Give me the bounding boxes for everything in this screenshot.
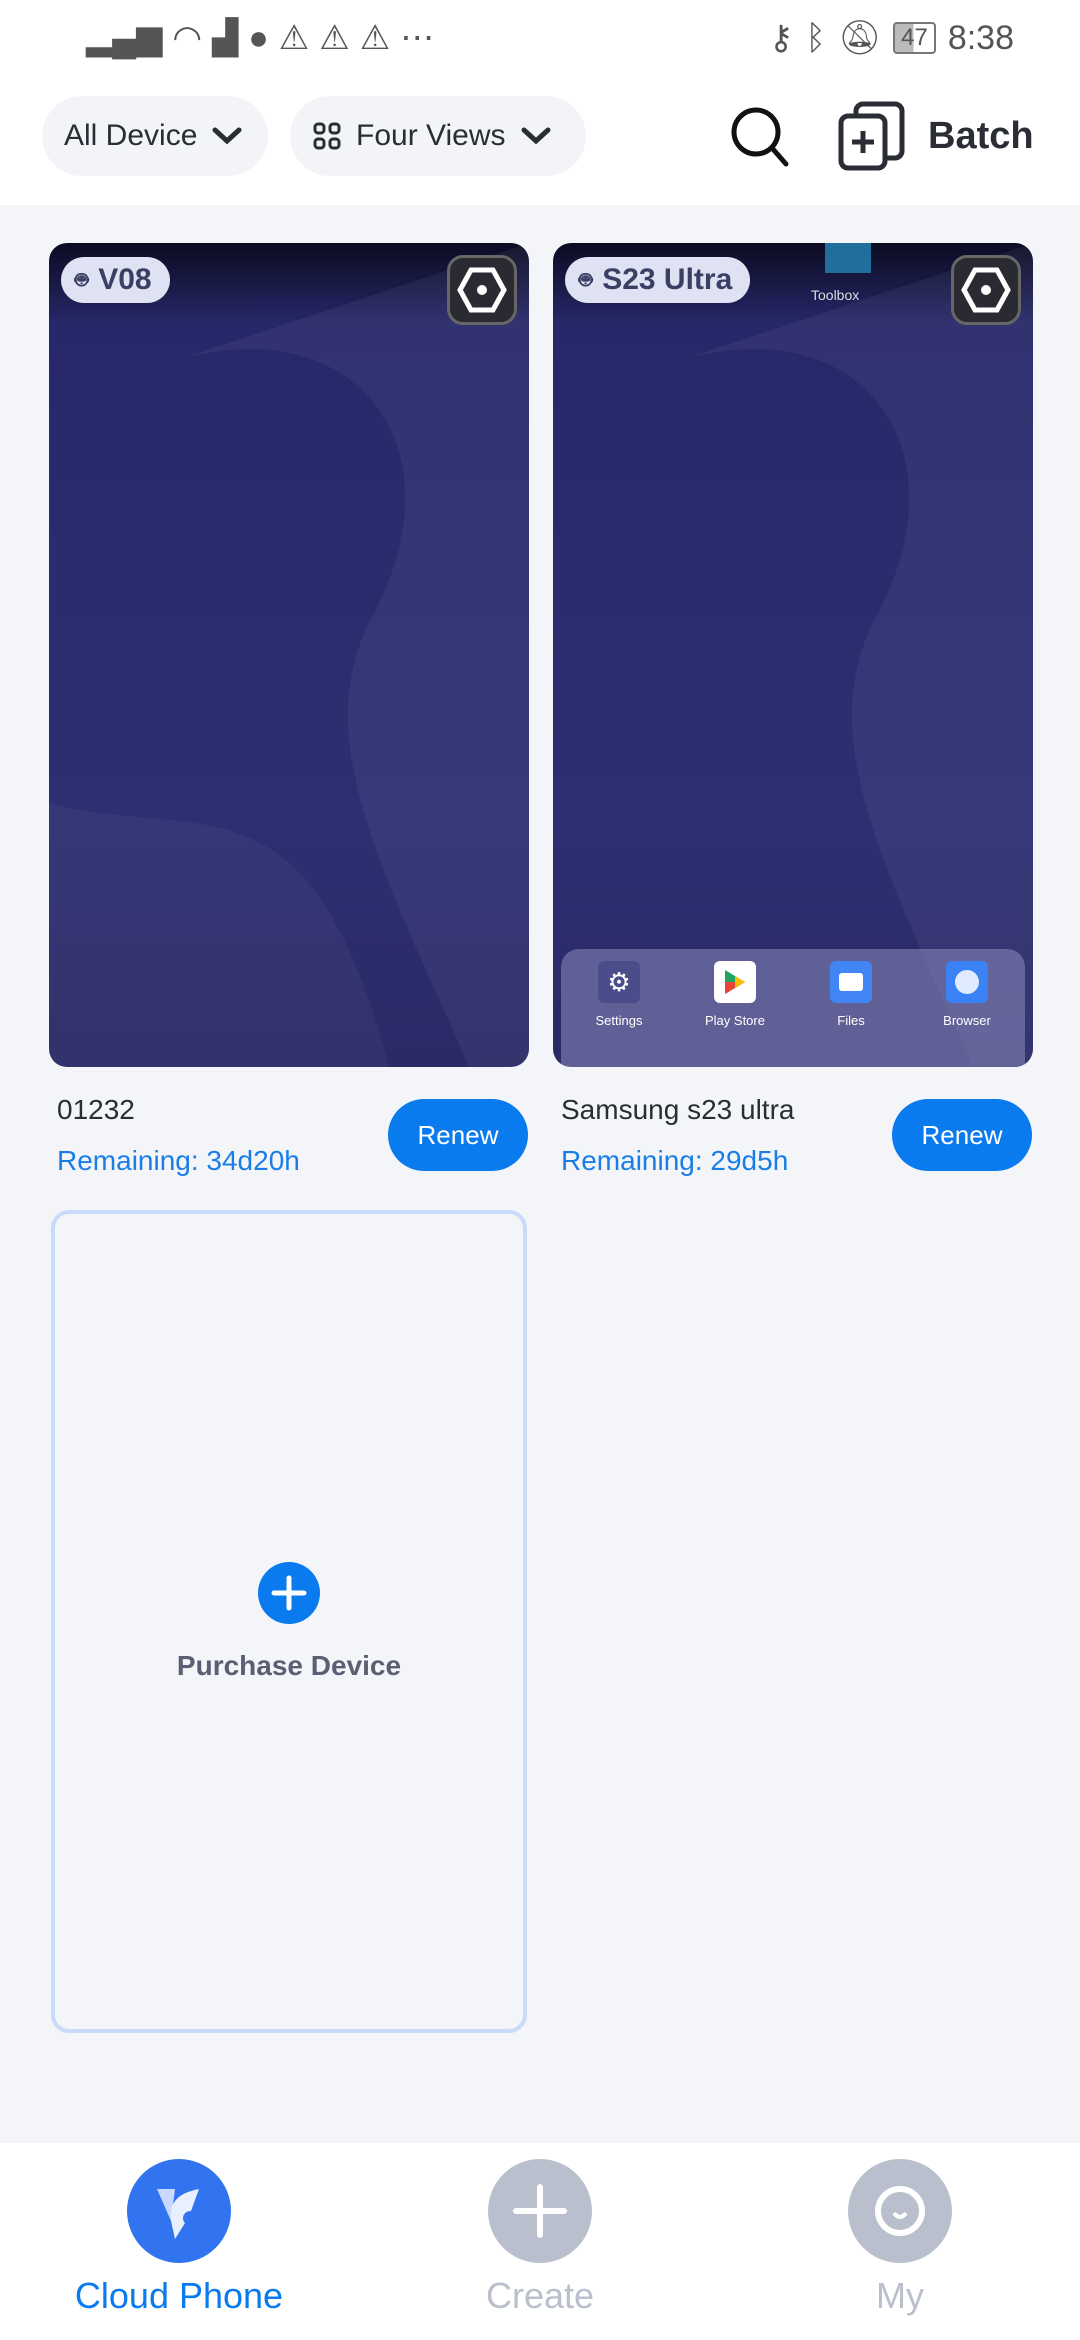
bell-off-icon: 🔕︎: [837, 19, 882, 57]
signal-icon: ▂▄▆: [86, 19, 163, 57]
shazam-icon: ●: [248, 18, 269, 57]
purchase-device-label: Purchase Device: [176, 1650, 402, 1681]
bluetooth-icon: ᛒ: [805, 18, 826, 57]
chevron-down-icon: [212, 127, 242, 145]
app-dock: ⚙ Settings Play Store Files Browser: [561, 949, 1025, 1067]
app-files[interactable]: Files: [801, 961, 901, 1067]
nav-cloud-phone[interactable]: Cloud Phone: [59, 2159, 299, 2317]
app-settings[interactable]: ⚙ Settings: [569, 961, 669, 1067]
status-icons-left: ▂▄▆ ◠ ▟ ● ⚠ ⚠ ⚠ ⋯: [86, 18, 434, 58]
wallpaper: [49, 243, 529, 1067]
plus-icon: [258, 1562, 320, 1624]
nav-label: My: [876, 2275, 924, 2316]
planet-icon: [946, 961, 988, 1003]
settings-icon: ⚙: [598, 961, 640, 1003]
clock: 8:38: [947, 18, 1014, 57]
profile-icon: [848, 2159, 952, 2263]
batch-add-icon: [838, 101, 905, 171]
cloud-phone-logo-icon: [127, 2159, 231, 2263]
device-filter-dropdown[interactable]: All Device: [42, 96, 268, 176]
wifi-icon: ◠: [172, 19, 203, 57]
device-screen-preview[interactable]: Toolbox 🤖︎ S23 Ultra ⚙ Settings Play Store…: [553, 243, 1033, 1067]
cat-icon: ▟: [212, 19, 239, 57]
warning-icon: ⚠: [319, 19, 350, 57]
batch-button[interactable]: Batch: [836, 100, 1034, 172]
nav-create[interactable]: Create: [420, 2159, 660, 2317]
renew-button[interactable]: Renew: [892, 1099, 1032, 1171]
device-model-badge: 🤖︎ S23 Ultra: [565, 257, 751, 303]
warning-icon: ⚠: [359, 19, 391, 57]
renew-button[interactable]: Renew: [388, 1099, 528, 1171]
nav-label: Create: [485, 2275, 595, 2316]
toolbox-app-icon: [825, 243, 871, 273]
folder-icon: [830, 961, 872, 1003]
grid-icon: [313, 122, 341, 150]
warning-icon: ⚠: [278, 19, 310, 57]
device-settings-button[interactable]: [951, 255, 1021, 325]
plus-icon: [488, 2159, 592, 2263]
chevron-down-icon: [521, 127, 551, 145]
device-settings-button[interactable]: [447, 255, 517, 325]
status-icons-right: ⚷ ᛒ 🔕︎ 47 8:38: [769, 18, 1014, 58]
device-model-badge: 🤖︎ V08: [61, 257, 170, 303]
nav-label: Cloud Phone: [74, 2275, 284, 2316]
nav-my[interactable]: My: [780, 2159, 1020, 2317]
android-icon: 🤖︎: [579, 267, 593, 292]
wallpaper: [673, 243, 1033, 1067]
hex-nut-icon: [961, 267, 1011, 313]
device-name: 01232: [57, 1094, 135, 1125]
batch-label: Batch: [928, 114, 1034, 157]
remaining-time: Remaining: 29d5h: [561, 1145, 789, 1176]
battery-icon: 47: [893, 22, 936, 54]
more-icon: ⋯: [400, 19, 435, 57]
play-store-icon: [714, 961, 756, 1003]
key-icon: ⚷: [768, 19, 794, 57]
device-screen-preview[interactable]: 🤖︎ V08: [49, 243, 529, 1067]
search-icon[interactable]: [728, 104, 792, 168]
remaining-time: Remaining: 34d20h: [57, 1145, 300, 1176]
device-name: Samsung s23 ultra: [561, 1094, 795, 1125]
android-icon: 🤖︎: [75, 267, 89, 292]
purchase-device-card[interactable]: Purchase Device: [51, 1210, 527, 2033]
app-browser[interactable]: Browser: [917, 961, 1017, 1067]
device-filter-label: All Device: [64, 119, 198, 152]
toolbox-label: Toolbox: [811, 287, 860, 303]
app-play-store[interactable]: Play Store: [685, 961, 785, 1067]
view-mode-dropdown[interactable]: Four Views: [290, 96, 586, 176]
hex-nut-icon: [457, 267, 507, 313]
bottom-nav: Cloud Phone Create My: [0, 2143, 1080, 2340]
view-mode-label: Four Views: [356, 119, 506, 152]
